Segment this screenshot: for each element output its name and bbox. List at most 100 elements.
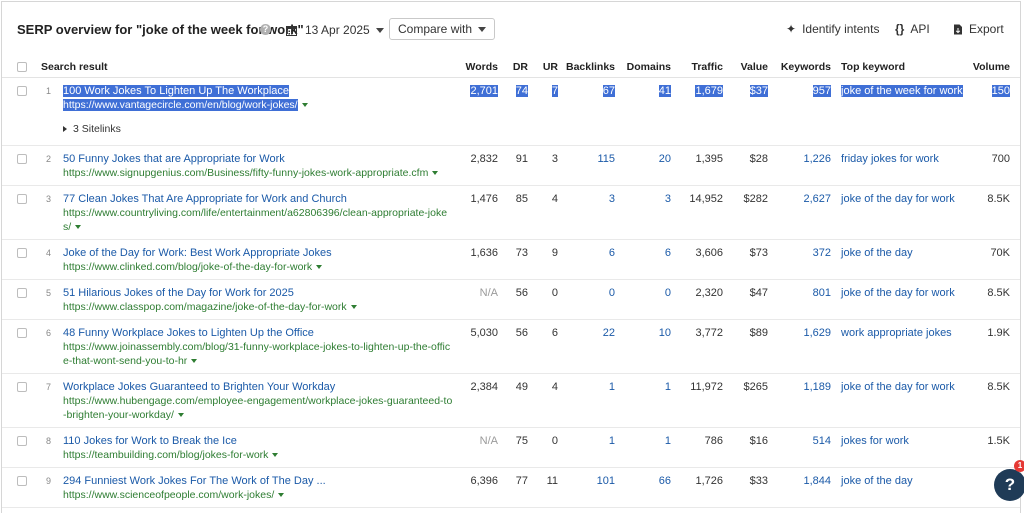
row-checkbox[interactable]	[17, 154, 27, 164]
chevron-down-icon[interactable]	[191, 359, 198, 364]
row-checkbox[interactable]	[17, 382, 27, 392]
top-keyword-link[interactable]: joke of the week for work	[841, 85, 963, 97]
result-url[interactable]: https://www.classpop.com/magazine/joke-o…	[63, 301, 347, 313]
keywords-link[interactable]: 372	[813, 247, 831, 259]
result-title-link[interactable]: 48 Funny Workplace Jokes to Lighten Up t…	[63, 327, 314, 339]
table-row[interactable]: 6 48 Funny Workplace Jokes to Lighten Up …	[2, 319, 1021, 374]
help-chat-button[interactable]: ?	[994, 469, 1024, 501]
row-checkbox[interactable]	[17, 248, 27, 258]
backlinks-link[interactable]: 115	[597, 153, 615, 165]
api-button[interactable]: {} API	[895, 22, 930, 36]
row-checkbox[interactable]	[17, 436, 27, 446]
date-picker[interactable]: 13 Apr 2025	[286, 20, 384, 40]
row-checkbox[interactable]	[17, 328, 27, 338]
backlinks-link[interactable]: 101	[597, 475, 615, 487]
identify-intents-button[interactable]: ✦ Identify intents	[786, 22, 879, 36]
result-url[interactable]: https://www.countryliving.com/life/enter…	[63, 207, 447, 233]
top-keyword-link[interactable]: joke of the day for work	[841, 287, 955, 299]
table-row[interactable]: 5 51 Hilarious Jokes of the Day for Work …	[2, 279, 1021, 320]
table-row[interactable]: 8 110 Jokes for Work to Break the Ice http…	[2, 427, 1021, 468]
domains-link[interactable]: 6	[665, 247, 671, 259]
table-row[interactable]: 9 294 Funniest Work Jokes For The Work of…	[2, 467, 1021, 508]
chevron-down-icon[interactable]	[301, 103, 308, 108]
chevron-down-icon[interactable]	[272, 453, 279, 458]
top-keyword-link[interactable]: joke of the day	[841, 247, 913, 259]
col-search-result[interactable]: Search result	[31, 56, 460, 78]
domains-link[interactable]: 1	[665, 435, 671, 447]
chevron-down-icon[interactable]	[350, 305, 357, 310]
result-url[interactable]: https://www.vantagecircle.com/en/blog/wo…	[63, 99, 298, 111]
row-checkbox[interactable]	[17, 86, 27, 96]
domains-link[interactable]: 10	[659, 327, 671, 339]
backlinks-link[interactable]: 6	[609, 247, 615, 259]
result-url[interactable]: https://teambuilding.com/blog/jokes-for-…	[63, 449, 268, 461]
backlinks-link[interactable]: 1	[609, 435, 615, 447]
select-all-checkbox[interactable]	[17, 61, 27, 72]
col-top-keyword[interactable]: Top keyword	[837, 56, 955, 78]
domains-link[interactable]: 1	[665, 381, 671, 393]
col-domains[interactable]: Domains	[621, 56, 678, 78]
result-url[interactable]: https://www.signupgenius.com/Business/fi…	[63, 167, 428, 179]
table-row[interactable]: 1 100 Work Jokes To Lighten Up The Workpl…	[2, 77, 1021, 146]
col-dr[interactable]: DR	[504, 56, 535, 78]
table-row[interactable]: 3 77 Clean Jokes That Are Appropriate for…	[2, 185, 1021, 240]
table-row[interactable]: 2 50 Funny Jokes that are Appropriate for…	[2, 145, 1021, 186]
keywords-link[interactable]: 957	[812, 85, 832, 97]
keywords-link[interactable]: 1,844	[803, 475, 831, 487]
chevron-down-icon[interactable]	[75, 225, 82, 230]
row-checkbox[interactable]	[17, 288, 27, 298]
col-ur[interactable]: UR	[534, 56, 565, 78]
top-keyword-link[interactable]: jokes for work	[841, 435, 909, 447]
top-keyword-link[interactable]: joke of the day	[841, 475, 913, 487]
backlinks-link[interactable]: 67	[602, 85, 616, 97]
result-title-link[interactable]: 100 Work Jokes To Lighten Up The Workpla…	[63, 85, 290, 97]
backlinks-link[interactable]: 3	[609, 193, 615, 205]
domains-link[interactable]: 66	[659, 475, 671, 487]
sitelinks-toggle[interactable]: 3 Sitelinks	[63, 122, 453, 136]
result-title-link[interactable]: 51 Hilarious Jokes of the Day for Work f…	[63, 287, 294, 299]
row-checkbox[interactable]	[17, 476, 27, 486]
keywords-link[interactable]: 1,629	[803, 327, 831, 339]
chevron-down-icon[interactable]	[432, 171, 439, 176]
col-value[interactable]: Value	[729, 56, 775, 78]
backlinks-link[interactable]: 1	[609, 381, 615, 393]
top-keyword-link[interactable]: joke of the day for work	[841, 193, 955, 205]
keywords-link[interactable]: 801	[813, 287, 831, 299]
keywords-link[interactable]: 1,226	[803, 153, 831, 165]
export-button[interactable]: Export	[953, 22, 1004, 36]
result-title-link[interactable]: 294 Funniest Work Jokes For The Work of …	[63, 475, 326, 487]
col-keywords[interactable]: Keywords	[774, 56, 838, 78]
keywords-link[interactable]: 514	[813, 435, 831, 447]
result-title-link[interactable]: Joke of the Day for Work: Best Work Appr…	[63, 247, 332, 259]
help-icon[interactable]: ?	[260, 24, 271, 35]
top-keyword-link[interactable]: work appropriate jokes	[841, 327, 952, 339]
top-keyword-link[interactable]: joke of the day for work	[841, 381, 955, 393]
col-backlinks[interactable]: Backlinks	[564, 56, 622, 78]
col-volume[interactable]: Volume	[954, 56, 1021, 78]
result-url[interactable]: https://www.scienceofpeople.com/work-jok…	[63, 489, 274, 501]
domains-link[interactable]: 20	[659, 153, 671, 165]
backlinks-link[interactable]: 22	[603, 327, 615, 339]
compare-with-button[interactable]: Compare with	[389, 18, 496, 40]
result-title-link[interactable]: Workplace Jokes Guaranteed to Brighten Y…	[63, 381, 335, 393]
chevron-down-icon[interactable]	[177, 413, 184, 418]
table-row[interactable]: 4 Joke of the Day for Work: Best Work App…	[2, 239, 1021, 280]
result-title-link[interactable]: 50 Funny Jokes that are Appropriate for …	[63, 153, 285, 165]
backlinks-link[interactable]: 0	[609, 287, 615, 299]
result-url[interactable]: https://www.joinassembly.com/blog/31-fun…	[63, 341, 450, 367]
top-keyword-link[interactable]: friday jokes for work	[841, 153, 939, 165]
domains-link[interactable]: 41	[658, 85, 672, 97]
domains-link[interactable]: 0	[665, 287, 671, 299]
chevron-down-icon[interactable]	[278, 493, 285, 498]
result-url[interactable]: https://www.hubengage.com/employee-engag…	[63, 395, 452, 421]
col-words[interactable]: Words	[459, 56, 505, 78]
chevron-down-icon[interactable]	[316, 265, 323, 270]
col-traffic[interactable]: Traffic	[677, 56, 730, 78]
keywords-link[interactable]: 2,627	[803, 193, 831, 205]
result-title-link[interactable]: 77 Clean Jokes That Are Appropriate for …	[63, 193, 347, 205]
result-url[interactable]: https://www.clinked.com/blog/joke-of-the…	[63, 261, 312, 273]
row-checkbox[interactable]	[17, 194, 27, 204]
domains-link[interactable]: 3	[665, 193, 671, 205]
result-title-link[interactable]: 110 Jokes for Work to Break the Ice	[63, 435, 237, 447]
keywords-link[interactable]: 1,189	[803, 381, 831, 393]
